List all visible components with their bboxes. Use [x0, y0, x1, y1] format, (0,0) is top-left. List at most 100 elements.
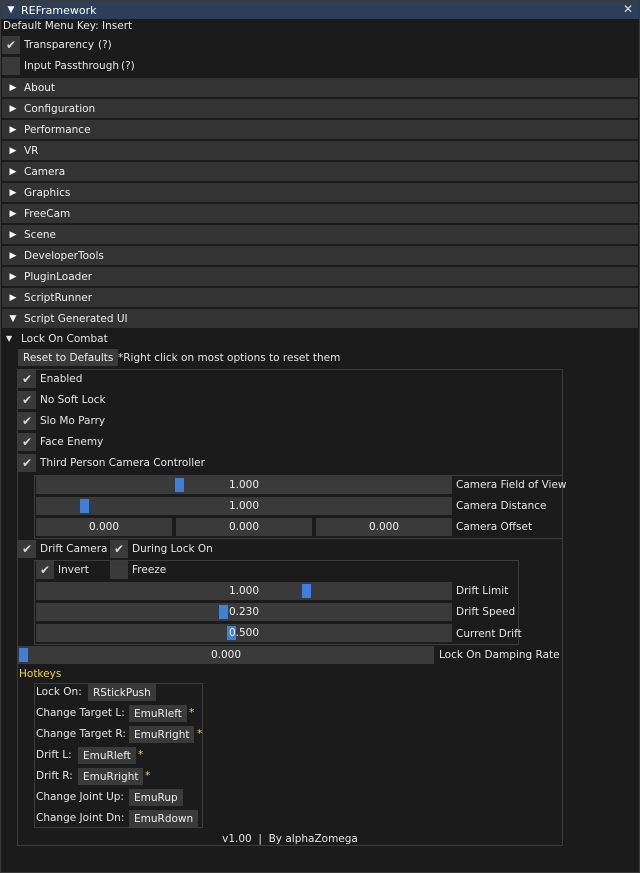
- hotkey-button-joint-down[interactable]: EmuRdown: [129, 810, 199, 827]
- no-soft-lock-label: No Soft Lock: [40, 394, 106, 406]
- checkmark-icon: ✔: [5, 38, 17, 52]
- section-scriptrunner[interactable]: ▶ ScriptRunner: [2, 288, 638, 307]
- hotkeys-title: Hotkeys: [19, 668, 62, 680]
- drift-camera-label: Drift Camera: [40, 543, 108, 555]
- expand-icon: ▶: [9, 82, 17, 93]
- expand-icon: ▶: [9, 103, 17, 114]
- enabled-checkbox[interactable]: ✔: [18, 370, 36, 388]
- current-drift-slider[interactable]: 0.500: [36, 624, 452, 642]
- drift-limit-slider[interactable]: 1.000: [36, 582, 452, 600]
- section-camera[interactable]: ▶ Camera: [2, 162, 638, 181]
- section-pluginloader[interactable]: ▶ PluginLoader: [2, 267, 638, 286]
- reset-to-defaults-button[interactable]: Reset to Defaults: [18, 349, 119, 366]
- camera-offset-x-field[interactable]: 0.000: [36, 518, 172, 536]
- menu-key-text: Default Menu Key: Insert: [3, 20, 133, 32]
- drift-speed-label: Drift Speed: [456, 606, 516, 618]
- hotkey-label-joint-up: Change Joint Up:: [36, 791, 124, 803]
- camera-fov-slider[interactable]: 1.000: [36, 476, 452, 494]
- checkmark-icon: ✔: [21, 456, 33, 470]
- hotkey-button-change-target-r[interactable]: EmuRright: [129, 726, 195, 743]
- current-drift-label: Current Drift: [456, 628, 522, 640]
- camera-distance-label: Camera Distance: [456, 500, 547, 512]
- camera-distance-slider[interactable]: 1.000: [36, 497, 452, 515]
- section-configuration[interactable]: ▶ Configuration: [2, 99, 638, 118]
- section-about[interactable]: ▶ About: [2, 78, 638, 97]
- transparency-checkbox[interactable]: ✔: [2, 36, 20, 54]
- slider-value: 1.000: [228, 585, 260, 597]
- expand-icon: ▶: [9, 271, 17, 282]
- section-scene[interactable]: ▶ Scene: [2, 225, 638, 244]
- collapse-window-icon[interactable]: ▼: [1, 5, 21, 15]
- hotkey-modified-marker: *: [145, 770, 151, 782]
- camera-offset-y-field[interactable]: 0.000: [176, 518, 312, 536]
- section-freecam[interactable]: ▶ FreeCam: [2, 204, 638, 223]
- section-script-generated-ui[interactable]: ▼ Script Generated UI: [2, 309, 638, 328]
- expand-icon: ▶: [9, 250, 17, 261]
- reset-note: *Right click on most options to reset th…: [118, 352, 341, 364]
- damping-rate-label: Lock On Damping Rate: [439, 649, 560, 661]
- input-passthrough-help[interactable]: (?): [121, 59, 135, 73]
- expand-icon: ▶: [9, 229, 17, 240]
- hotkey-button-change-target-l[interactable]: EmuRleft: [129, 705, 187, 722]
- input-passthrough-checkbox[interactable]: [2, 57, 20, 75]
- transparency-label: Transparency: [24, 39, 95, 51]
- section-performance[interactable]: ▶ Performance: [2, 120, 638, 139]
- transparency-help[interactable]: (?): [98, 38, 112, 52]
- enabled-label: Enabled: [40, 373, 83, 385]
- hotkey-label-change-target-r: Change Target R:: [36, 728, 126, 740]
- hotkey-button-lock-on[interactable]: RStickPush: [88, 684, 156, 701]
- checkmark-icon: ✔: [21, 435, 33, 449]
- slo-mo-parry-checkbox[interactable]: ✔: [18, 412, 36, 430]
- expand-icon: ▶: [9, 124, 17, 135]
- slider-value: 0.000: [210, 649, 242, 661]
- expand-icon: ▶: [9, 145, 17, 156]
- expand-icon: ▶: [9, 187, 17, 198]
- hotkey-button-drift-l[interactable]: EmuRleft: [78, 747, 136, 764]
- checkmark-icon: ✔: [21, 372, 33, 386]
- camera-fov-label: Camera Field of View: [456, 479, 567, 491]
- no-soft-lock-checkbox[interactable]: ✔: [18, 391, 36, 409]
- title-bar[interactable]: ▼ REFramework ✕: [1, 1, 639, 19]
- hotkey-label-drift-l: Drift L:: [36, 749, 72, 761]
- checkmark-icon: ✔: [21, 414, 33, 428]
- slider-value: 1.000: [228, 500, 260, 512]
- third-person-camera-checkbox[interactable]: ✔: [18, 454, 36, 472]
- hotkey-modified-marker: *: [189, 707, 195, 719]
- hotkey-label-joint-down: Change Joint Dn:: [36, 812, 125, 824]
- slider-value: 0.500: [228, 627, 260, 639]
- expand-icon: ▶: [9, 292, 17, 303]
- drift-speed-slider[interactable]: 0.230: [36, 603, 452, 621]
- reframework-window: ▼ REFramework ✕ Default Menu Key: Insert…: [0, 0, 640, 873]
- window-title: REFramework: [21, 3, 97, 17]
- drift-limit-label: Drift Limit: [456, 585, 509, 597]
- checkmark-icon: ✔: [113, 542, 125, 556]
- drift-camera-checkbox[interactable]: ✔: [18, 540, 36, 558]
- section-vr[interactable]: ▶ VR: [2, 141, 638, 160]
- slider-value: 0.230: [228, 606, 260, 618]
- freeze-checkbox[interactable]: [110, 561, 128, 579]
- invert-checkbox[interactable]: ✔: [36, 561, 54, 579]
- third-person-camera-label: Third Person Camera Controller: [40, 457, 205, 469]
- freeze-label: Freeze: [132, 564, 167, 576]
- slo-mo-parry-label: Slo Mo Parry: [40, 415, 106, 427]
- version-footer: v1.00 | By alphaZomega: [222, 833, 358, 845]
- during-lock-on-checkbox[interactable]: ✔: [110, 540, 128, 558]
- hotkey-label-drift-r: Drift R:: [36, 770, 73, 782]
- lock-on-combat-node[interactable]: Lock On Combat: [21, 332, 108, 346]
- hotkey-button-drift-r[interactable]: EmuRright: [78, 768, 144, 785]
- collapse-icon: ▼: [9, 313, 17, 324]
- expand-icon: ▶: [9, 166, 17, 177]
- checkmark-icon: ✔: [39, 563, 51, 577]
- face-enemy-checkbox[interactable]: ✔: [18, 433, 36, 451]
- during-lock-on-label: During Lock On: [132, 543, 213, 555]
- section-developertools[interactable]: ▶ DeveloperTools: [2, 246, 638, 265]
- section-graphics[interactable]: ▶ Graphics: [2, 183, 638, 202]
- checkmark-icon: ✔: [21, 542, 33, 556]
- tree-open-icon[interactable]: ▼: [6, 332, 12, 346]
- camera-offset-label: Camera Offset: [456, 521, 533, 533]
- hotkey-label-change-target-l: Change Target L:: [36, 707, 125, 719]
- close-icon[interactable]: ✕: [623, 2, 633, 16]
- hotkey-button-joint-up[interactable]: EmuRup: [129, 789, 183, 806]
- damping-rate-slider[interactable]: 0.000: [18, 646, 434, 664]
- camera-offset-z-field[interactable]: 0.000: [316, 518, 452, 536]
